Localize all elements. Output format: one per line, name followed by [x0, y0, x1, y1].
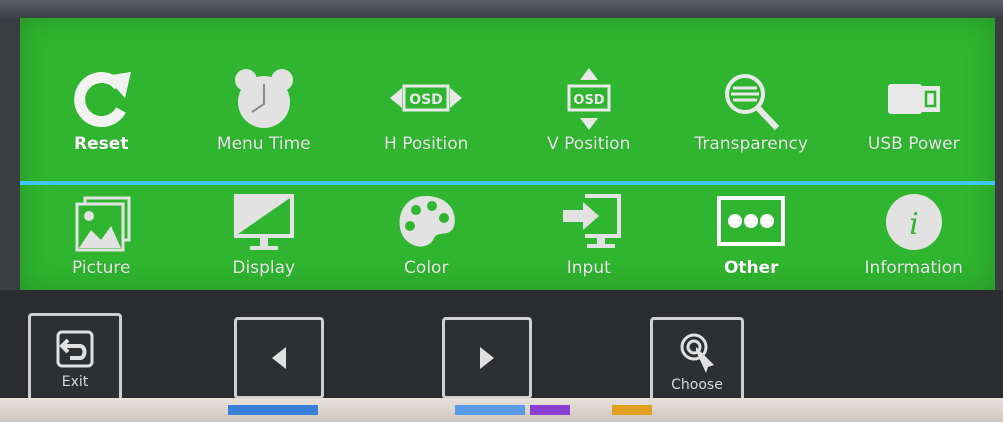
display-icon	[224, 190, 304, 254]
palette-icon	[386, 190, 466, 254]
exit-icon	[56, 330, 94, 368]
desk-item	[530, 405, 570, 415]
transparency-icon	[711, 66, 791, 132]
category-information[interactable]: i Information	[833, 186, 996, 290]
picture-icon	[61, 190, 141, 254]
other-icon	[711, 190, 791, 254]
category-label: Input	[566, 258, 611, 278]
right-button[interactable]	[442, 317, 532, 399]
left-arrow-icon	[272, 347, 286, 369]
category-row: Picture Display Color Input Other i Info…	[20, 186, 995, 290]
menu-item-h-position[interactable]: OSD H Position	[345, 60, 508, 184]
input-icon	[549, 190, 629, 254]
menu-item-menu-time[interactable]: Menu Time	[183, 60, 346, 184]
menu-item-label: Menu Time	[216, 134, 311, 154]
exit-button[interactable]: Exit	[28, 313, 122, 403]
desk-item	[612, 405, 652, 415]
category-picture[interactable]: Picture	[20, 186, 183, 290]
monitor-bezel	[0, 0, 1003, 18]
v-position-osd-icon: OSD	[549, 66, 629, 132]
category-other[interactable]: Other	[670, 186, 833, 290]
settings-row: Reset Menu Time OSD H Position OSD V Pos…	[20, 60, 995, 184]
right-arrow-icon	[480, 347, 494, 369]
menu-item-v-position[interactable]: OSD V Position	[508, 60, 671, 184]
left-button[interactable]	[234, 317, 324, 399]
category-label: Display	[232, 258, 296, 278]
svg-text:OSD: OSD	[409, 92, 443, 108]
category-display[interactable]: Display	[183, 186, 346, 290]
menu-item-label: H Position	[384, 134, 469, 154]
category-label: Color	[404, 258, 449, 278]
choose-button[interactable]: Choose	[650, 317, 744, 405]
category-label: Other	[723, 258, 779, 278]
menu-item-transparency[interactable]: Transparency	[670, 60, 833, 184]
osd-menu: Reset Menu Time OSD H Position OSD V Pos…	[20, 18, 995, 290]
desk-item	[455, 405, 525, 415]
menu-item-label: USB Power	[867, 134, 960, 154]
reset-icon	[61, 66, 141, 132]
svg-text:OSD: OSD	[573, 93, 604, 108]
menu-item-label: V Position	[547, 134, 631, 154]
menu-item-reset[interactable]: Reset	[20, 60, 183, 184]
menu-item-label: Transparency	[694, 134, 808, 154]
category-color[interactable]: Color	[345, 186, 508, 290]
h-position-osd-icon: OSD	[386, 66, 466, 132]
choose-label: Choose	[671, 377, 723, 393]
choose-icon	[680, 333, 714, 373]
category-label: Picture	[72, 258, 131, 278]
category-label: Information	[864, 258, 963, 278]
menu-divider	[20, 181, 995, 185]
usb-icon	[874, 66, 954, 132]
desk-item	[228, 405, 318, 415]
information-icon: i	[874, 190, 954, 254]
menu-item-label: Reset	[74, 134, 129, 154]
svg-text:i: i	[909, 207, 919, 242]
alarm-clock-icon	[224, 66, 304, 132]
exit-label: Exit	[61, 374, 89, 390]
category-input[interactable]: Input	[508, 186, 671, 290]
menu-item-usb-power[interactable]: USB Power	[833, 60, 996, 184]
